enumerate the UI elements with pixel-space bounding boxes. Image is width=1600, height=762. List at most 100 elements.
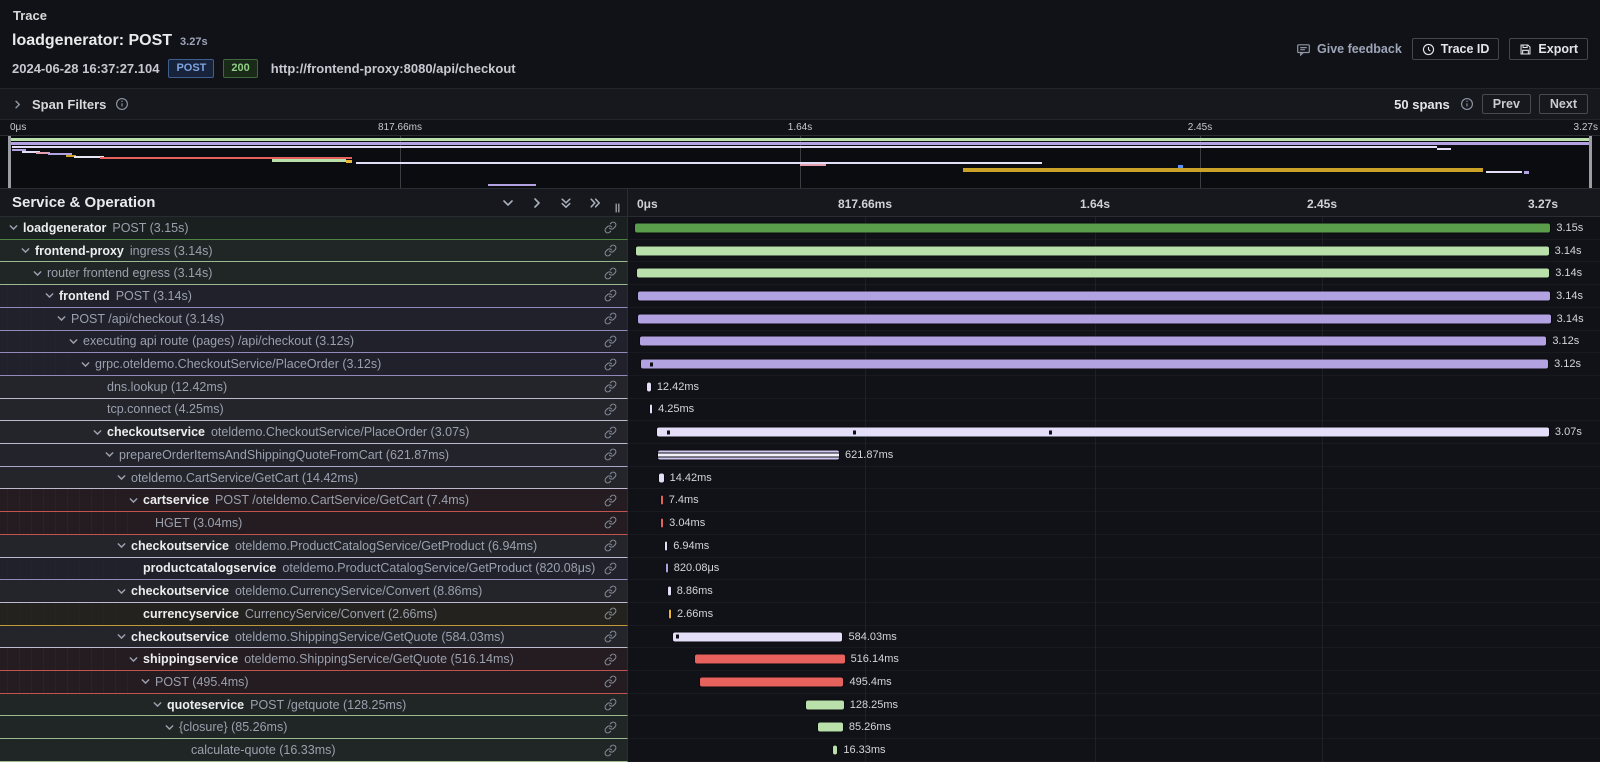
span-row[interactable]: checkoutserviceoteldemo.CheckoutService/… <box>0 421 1600 444</box>
link-chain-icon[interactable] <box>598 585 627 598</box>
link-chain-icon[interactable] <box>598 698 627 711</box>
span-bar[interactable] <box>647 382 651 391</box>
span-bar[interactable] <box>641 360 1548 369</box>
span-row[interactable]: checkoutserviceoteldemo.ProductCatalogSe… <box>0 535 1600 558</box>
span-row[interactable]: frontend-proxyingress (3.14s)3.14s <box>0 240 1600 263</box>
angle-down-icon[interactable] <box>501 196 515 210</box>
link-chain-icon[interactable] <box>598 744 627 757</box>
span-bar[interactable] <box>673 632 843 641</box>
chevron-down-icon[interactable] <box>92 427 107 438</box>
span-row[interactable]: dns.lookup (12.42ms)12.42ms <box>0 376 1600 399</box>
span-row[interactable]: shippingserviceoteldemo.ShippingService/… <box>0 648 1600 671</box>
chevron-down-icon[interactable] <box>140 676 155 687</box>
chevron-down-icon[interactable] <box>128 495 143 506</box>
span-row[interactable]: executing api route (pages) /api/checkou… <box>0 331 1600 354</box>
span-bar[interactable] <box>635 223 1550 232</box>
link-chain-icon[interactable] <box>598 630 627 643</box>
span-filters-toggle[interactable]: Span Filters <box>12 97 129 112</box>
span-row[interactable]: calculate-quote (16.33ms)16.33ms <box>0 739 1600 762</box>
span-row[interactable]: cartservicePOST /oteldemo.CartService/Ge… <box>0 489 1600 512</box>
link-chain-icon[interactable] <box>598 335 627 348</box>
trace-id-button[interactable]: Trace ID <box>1412 38 1500 60</box>
info-circle-icon[interactable] <box>1460 97 1474 111</box>
span-bar[interactable] <box>657 428 1549 437</box>
chevron-down-icon[interactable] <box>128 654 143 665</box>
link-chain-icon[interactable] <box>598 403 627 416</box>
span-bar[interactable] <box>668 587 671 596</box>
link-chain-icon[interactable] <box>598 539 627 552</box>
span-row[interactable]: grpc.oteldemo.CheckoutService/PlaceOrder… <box>0 353 1600 376</box>
span-bar[interactable] <box>806 700 843 709</box>
link-chain-icon[interactable] <box>598 448 627 461</box>
link-chain-icon[interactable] <box>598 471 627 484</box>
double-angle-right-icon[interactable] <box>588 196 602 210</box>
span-row[interactable]: oteldemo.CartService/GetCart (14.42ms)14… <box>0 467 1600 490</box>
minimap-right-handle[interactable] <box>1589 136 1592 188</box>
span-row[interactable]: checkoutserviceoteldemo.CurrencyService/… <box>0 580 1600 603</box>
span-row[interactable]: prepareOrderItemsAndShippingQuoteFromCar… <box>0 444 1600 467</box>
link-chain-icon[interactable] <box>598 516 627 529</box>
chevron-down-icon[interactable] <box>68 336 83 347</box>
span-bar[interactable] <box>659 473 663 482</box>
export-button[interactable]: Export <box>1509 38 1588 60</box>
trace-minimap[interactable]: 0μs817.66ms1.64s2.45s3.27s <box>0 120 1600 189</box>
span-row[interactable]: tcp.connect (4.25ms)4.25ms <box>0 399 1600 422</box>
link-chain-icon[interactable] <box>598 562 627 575</box>
chevron-down-icon[interactable] <box>116 586 131 597</box>
chevron-down-icon[interactable] <box>116 540 131 551</box>
span-row[interactable]: frontendPOST (3.14s)3.14s <box>0 285 1600 308</box>
span-bar[interactable] <box>666 564 668 573</box>
chevron-down-icon[interactable] <box>116 631 131 642</box>
span-row[interactable]: {closure} (85.26ms)85.26ms <box>0 716 1600 739</box>
chevron-down-icon[interactable] <box>20 245 35 256</box>
double-angle-down-icon[interactable] <box>559 196 573 210</box>
chevron-down-icon[interactable] <box>152 699 167 710</box>
span-bar[interactable] <box>833 746 838 755</box>
span-bar[interactable] <box>640 337 1547 346</box>
chevron-down-icon[interactable] <box>116 472 131 483</box>
span-bar[interactable] <box>637 269 1549 278</box>
prev-button[interactable]: Prev <box>1482 94 1531 114</box>
info-circle-icon[interactable] <box>115 97 129 111</box>
chevron-down-icon[interactable] <box>8 222 23 233</box>
span-row[interactable]: POST /api/checkout (3.14s)3.14s <box>0 308 1600 331</box>
link-chain-icon[interactable] <box>598 267 627 280</box>
span-row[interactable]: productcatalogserviceoteldemo.ProductCat… <box>0 558 1600 581</box>
span-row[interactable]: currencyserviceCurrencyService/Convert (… <box>0 603 1600 626</box>
span-row[interactable]: checkoutserviceoteldemo.ShippingService/… <box>0 626 1600 649</box>
angle-right-icon[interactable] <box>530 196 544 210</box>
link-chain-icon[interactable] <box>598 426 627 439</box>
span-bar[interactable] <box>638 314 1550 323</box>
span-row[interactable]: loadgeneratorPOST (3.15s)3.15s <box>0 217 1600 240</box>
span-bar[interactable] <box>665 541 667 550</box>
span-row[interactable]: quoteservicePOST /getquote (128.25ms)128… <box>0 694 1600 717</box>
link-chain-icon[interactable] <box>598 244 627 257</box>
link-chain-icon[interactable] <box>598 494 627 507</box>
chevron-down-icon[interactable] <box>80 359 95 370</box>
span-bar[interactable] <box>661 496 663 505</box>
give-feedback-button[interactable]: Give feedback <box>1296 42 1402 57</box>
link-chain-icon[interactable] <box>598 358 627 371</box>
chevron-down-icon[interactable] <box>56 313 71 324</box>
drag-handle-icon[interactable] <box>614 202 621 216</box>
link-chain-icon[interactable] <box>598 312 627 325</box>
link-chain-icon[interactable] <box>598 221 627 234</box>
chevron-down-icon[interactable] <box>104 449 119 460</box>
chevron-down-icon[interactable] <box>44 290 59 301</box>
span-row[interactable]: POST (495.4ms)495.4ms <box>0 671 1600 694</box>
span-row[interactable]: router frontend egress (3.14s)3.14s <box>0 262 1600 285</box>
span-bar[interactable] <box>658 450 839 459</box>
minimap-left-handle[interactable] <box>8 136 11 188</box>
link-chain-icon[interactable] <box>598 675 627 688</box>
chevron-down-icon[interactable] <box>164 722 179 733</box>
span-bar[interactable] <box>695 655 845 664</box>
span-bar[interactable] <box>700 677 844 686</box>
span-bar[interactable] <box>669 609 671 618</box>
minimap-canvas[interactable] <box>0 135 1600 189</box>
link-chain-icon[interactable] <box>598 607 627 620</box>
chevron-down-icon[interactable] <box>32 268 47 279</box>
span-bar[interactable] <box>638 291 1550 300</box>
span-row[interactable]: HGET (3.04ms)3.04ms <box>0 512 1600 535</box>
span-bar[interactable] <box>650 405 652 414</box>
link-chain-icon[interactable] <box>598 289 627 302</box>
